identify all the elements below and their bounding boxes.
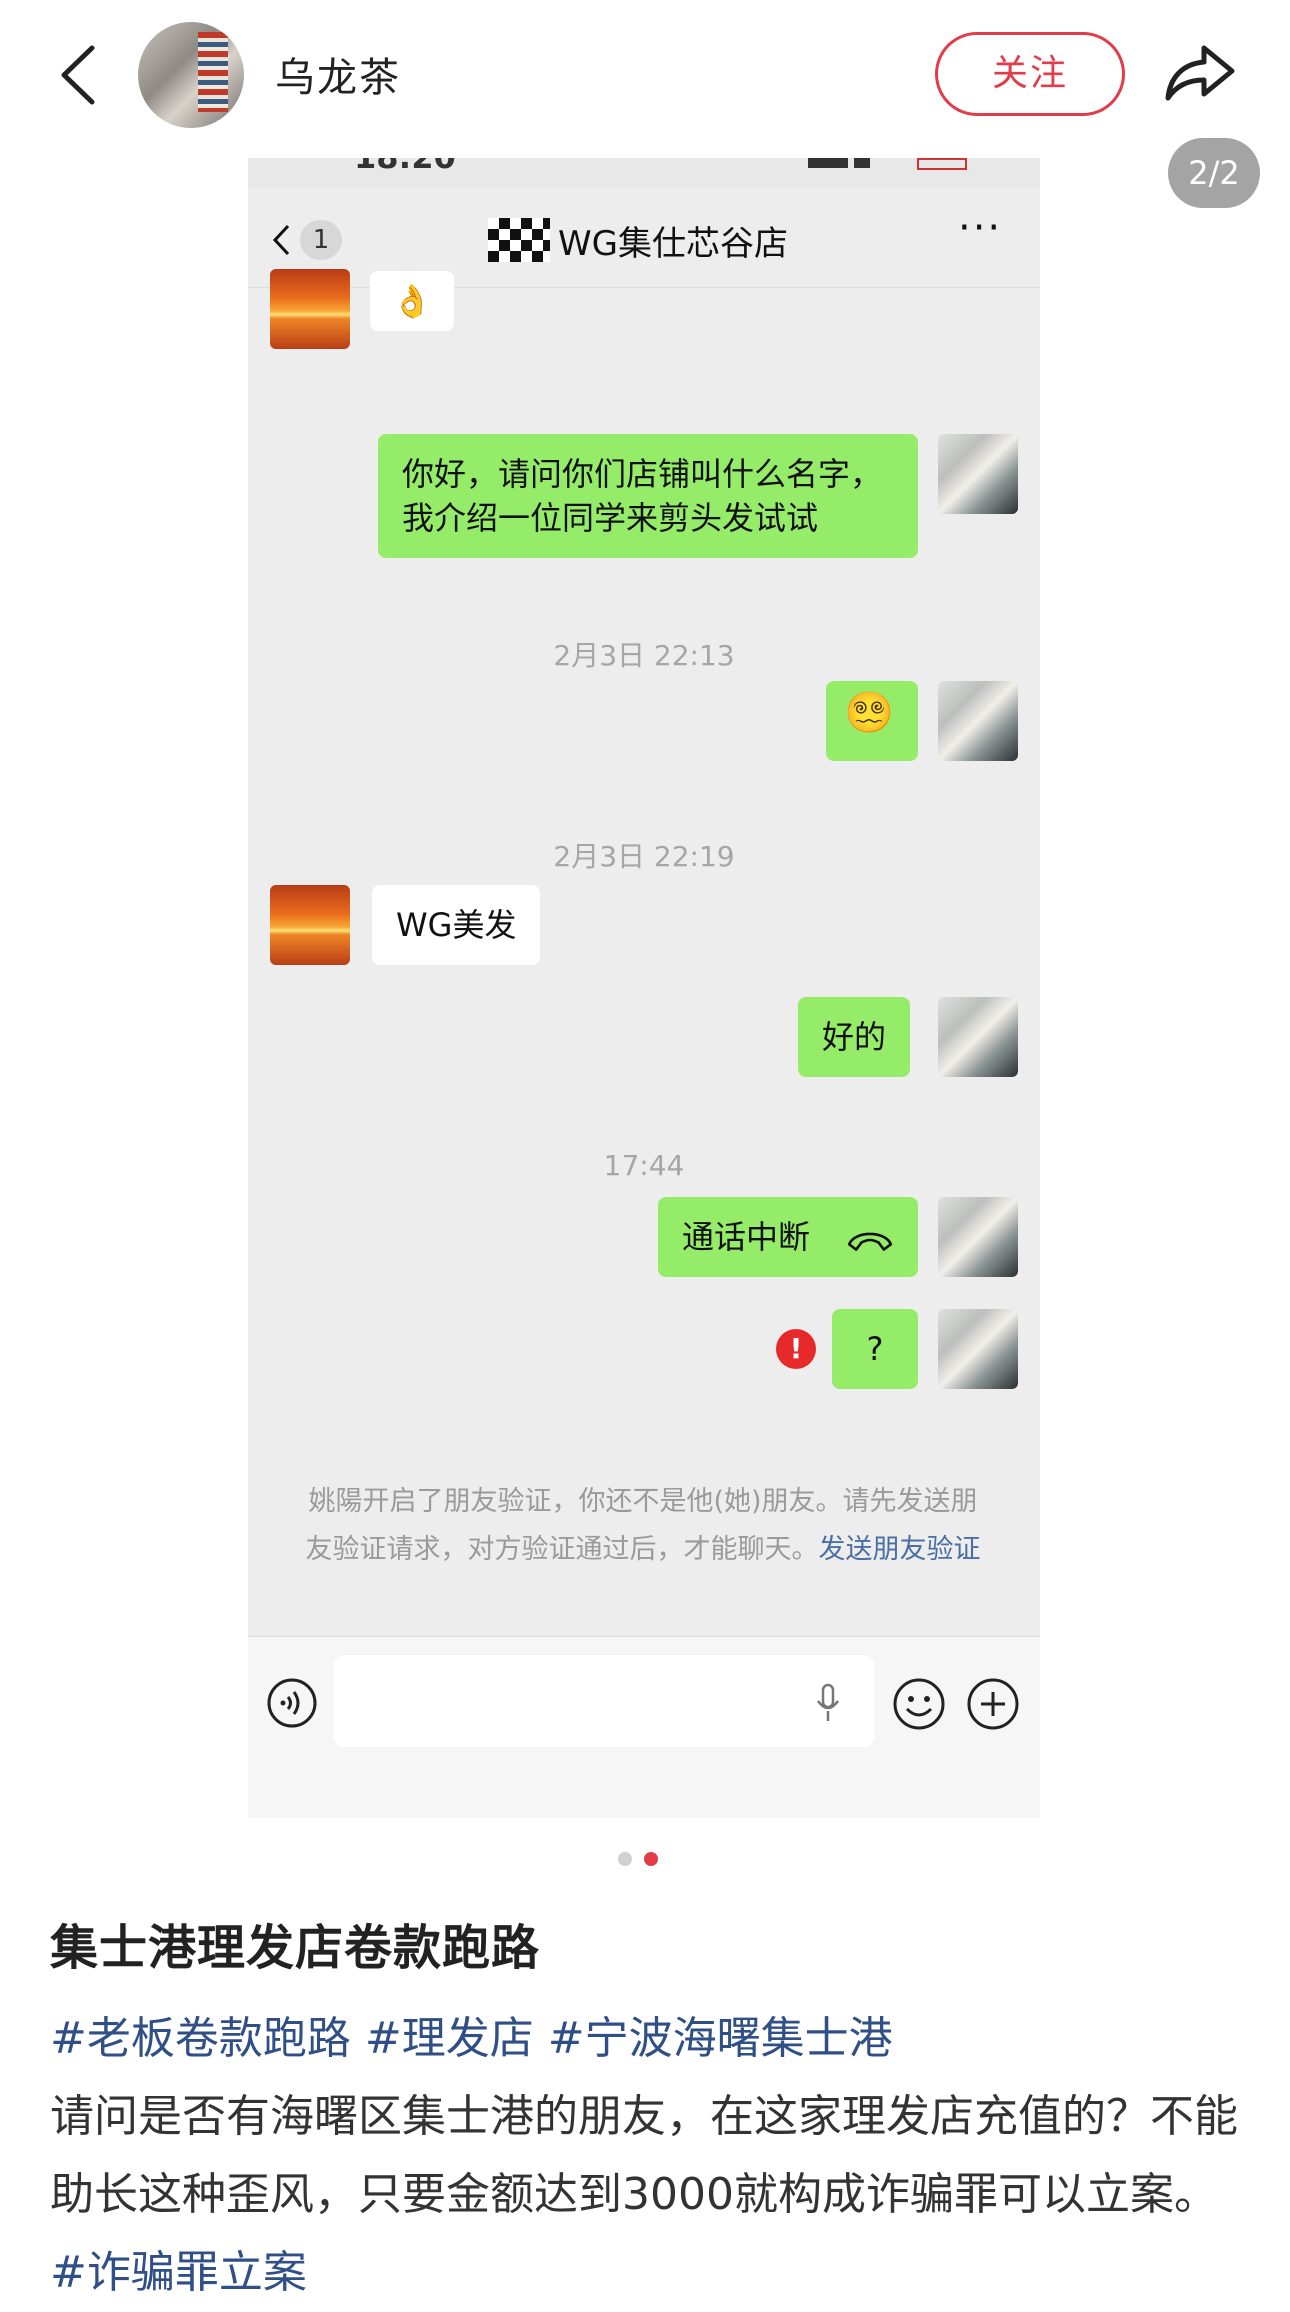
post-title: 集士港理发店卷款跑路 xyxy=(50,1920,541,1976)
status-bar: 18:20 xyxy=(248,158,1040,188)
more-icon[interactable]: ··· xyxy=(958,208,1008,258)
error-icon[interactable]: ! xyxy=(776,1329,816,1369)
plus-icon[interactable] xyxy=(966,1677,1020,1731)
contact-avatar[interactable] xyxy=(270,269,350,349)
author-name[interactable]: 乌龙茶 xyxy=(275,45,401,103)
post-content: 请问是否有海曙区集士港的朋友，在这家理发店充值的？不能助长这种歪风，只要金额达到… xyxy=(50,2091,1238,2220)
hashtag[interactable]: #诈骗罪立案 xyxy=(50,2247,307,2298)
self-avatar[interactable] xyxy=(938,997,1018,1077)
message-bubble[interactable]: 你好，请问你们店铺叫什么名字，我介绍一位同学来剪头发试试 xyxy=(378,434,918,558)
hashtag[interactable]: #老板卷款跑路 xyxy=(50,2013,351,2064)
send-verification-link[interactable]: 发送朋友验证 xyxy=(819,1534,981,1565)
share-icon[interactable] xyxy=(1160,38,1240,108)
self-avatar[interactable] xyxy=(938,434,1018,514)
message-bubble[interactable]: 👌 xyxy=(370,271,454,331)
message-input[interactable] xyxy=(334,1655,874,1747)
message-list: 👌 你好，请问你们店铺叫什么名字，我介绍一位同学来剪头发试试 2月3日 22:1… xyxy=(248,269,1040,1629)
top-bar: 乌龙茶 关注 xyxy=(0,0,1290,150)
carousel-dot-1[interactable] xyxy=(618,1852,632,1866)
timestamp: 2月3日 22:19 xyxy=(553,840,735,873)
call-status-text: 通话中断 xyxy=(682,1218,811,1256)
timestamp: 17:44 xyxy=(603,1149,685,1182)
contact-avatar[interactable] xyxy=(270,885,350,965)
unread-count: 1 xyxy=(300,220,342,260)
self-avatar[interactable] xyxy=(938,681,1018,761)
voice-icon[interactable] xyxy=(266,1677,318,1729)
mic-icon[interactable] xyxy=(814,1683,842,1723)
message-bubble[interactable]: 😵‍💫 xyxy=(826,681,918,761)
hangup-icon xyxy=(847,1232,893,1251)
follow-button[interactable]: 关注 xyxy=(935,32,1125,116)
hashtag[interactable]: #理发店 xyxy=(365,2013,534,2064)
chat-back-button[interactable]: 1 xyxy=(272,220,342,260)
chat-screenshot-image[interactable]: 18:20 1 WG集仕芯谷店 ··· 👌 你好，请问你们店铺叫什么名字，我介绍… xyxy=(248,158,1040,1818)
system-notice: 姚陽开启了朋友验证，你还不是他(她)朋友。请先发送朋友验证请求，对方验证通过后，… xyxy=(298,1478,988,1574)
call-interrupted-bubble[interactable]: 通话中断 xyxy=(658,1197,918,1277)
post-tags: #老板卷款跑路 #理发店 #宁波海曙集士港 xyxy=(50,2000,1250,2078)
post-body: #老板卷款跑路 #理发店 #宁波海曙集士港 请问是否有海曙区集士港的朋友，在这家… xyxy=(50,2000,1250,2312)
chat-header: 1 WG集仕芯谷店 ··· xyxy=(248,188,1040,288)
timestamp: 2月3日 22:13 xyxy=(553,639,735,672)
status-time: 18:20 xyxy=(354,158,456,176)
message-bubble[interactable]: WG美发 xyxy=(372,885,541,965)
carousel-dot-2[interactable] xyxy=(644,1852,658,1866)
self-avatar[interactable] xyxy=(938,1197,1018,1277)
image-page-indicator: 2/2 xyxy=(1168,138,1260,208)
status-icons xyxy=(808,158,978,172)
self-avatar[interactable] xyxy=(938,1309,1018,1389)
message-bubble[interactable]: ? xyxy=(832,1309,918,1389)
emoji-icon[interactable] xyxy=(892,1677,946,1731)
input-bar xyxy=(248,1636,1040,1818)
carousel-dots xyxy=(618,1852,678,1868)
message-bubble[interactable]: 好的 xyxy=(798,997,911,1077)
chat-title: WG集仕芯谷店 xyxy=(558,224,788,264)
chat-back-icon xyxy=(272,224,290,256)
avatar[interactable] xyxy=(138,22,244,128)
redacted-mosaic xyxy=(488,218,550,262)
back-icon[interactable] xyxy=(50,40,110,110)
hashtag[interactable]: #宁波海曙集士港 xyxy=(548,2013,893,2064)
